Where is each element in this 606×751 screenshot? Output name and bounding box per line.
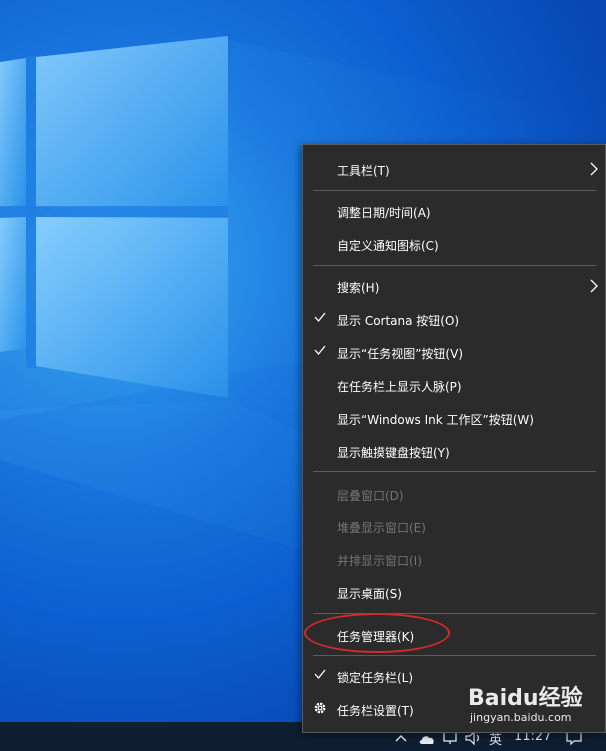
menu-item-label: 显示“任务视图”按钮(V) <box>337 347 464 361</box>
menu-item-toolbars[interactable]: 工具栏(T) <box>303 153 605 185</box>
gear-icon <box>314 702 326 714</box>
menu-item-stack-windows: 堆叠显示窗口(E) <box>303 510 605 542</box>
menu-item-label: 显示桌面(S) <box>337 587 402 601</box>
chevron-right-icon <box>590 162 598 176</box>
checkmark-icon <box>314 345 326 356</box>
menu-item-label: 工具栏(T) <box>337 164 390 178</box>
notification-icon[interactable] <box>566 731 582 745</box>
menu-item-label: 锁定任务栏(L) <box>337 671 414 685</box>
menu-item-show-touch-keyboard[interactable]: 显示触摸键盘按钮(Y) <box>303 435 605 467</box>
checkmark-icon <box>314 312 326 323</box>
menu-item-show-cortana[interactable]: 显示 Cortana 按钮(O) <box>303 303 605 335</box>
menu-item-label: 调整日期/时间(A) <box>337 206 431 220</box>
menu-separator <box>313 655 596 656</box>
menu-item-show-windows-ink[interactable]: 显示“Windows Ink 工作区”按钮(W) <box>303 402 605 434</box>
baidu-watermark: Baidu经验 <box>468 686 583 711</box>
menu-item-show-task-view[interactable]: 显示“任务视图”按钮(V) <box>303 336 605 368</box>
menu-item-label: 并排显示窗口(I) <box>337 554 422 568</box>
menu-item-customize-notification-icons[interactable]: 自定义通知图标(C) <box>303 228 605 260</box>
checkmark-icon <box>314 669 326 680</box>
menu-item-label: 搜索(H) <box>337 281 380 295</box>
highlight-annotation-ellipse <box>304 613 450 653</box>
menu-separator <box>313 265 596 266</box>
menu-item-side-by-side-windows: 并排显示窗口(I) <box>303 543 605 575</box>
menu-item-label: 在任务栏上显示人脉(P) <box>337 380 462 394</box>
menu-item-show-desktop[interactable]: 显示桌面(S) <box>303 576 605 608</box>
baidu-watermark-url: jingyan.baidu.com <box>470 711 572 724</box>
chevron-right-icon <box>590 279 598 293</box>
menu-separator <box>313 471 596 472</box>
menu-item-label: 任务栏设置(T) <box>337 704 414 718</box>
menu-item-adjust-date-time[interactable]: 调整日期/时间(A) <box>303 195 605 227</box>
menu-item-show-people[interactable]: 在任务栏上显示人脉(P) <box>303 369 605 401</box>
network-icon[interactable] <box>442 731 458 745</box>
menu-separator <box>313 190 596 191</box>
menu-item-label: 显示 Cortana 按钮(O) <box>337 314 460 328</box>
onedrive-icon[interactable] <box>418 733 436 745</box>
menu-item-cascade-windows: 层叠窗口(D) <box>303 478 605 510</box>
menu-item-label: 显示“Windows Ink 工作区”按钮(W) <box>337 413 534 427</box>
menu-item-label: 堆叠显示窗口(E) <box>337 521 426 535</box>
chevron-up-icon[interactable] <box>395 733 407 743</box>
menu-item-label: 层叠窗口(D) <box>337 489 404 503</box>
volume-icon[interactable] <box>465 731 483 745</box>
menu-item-label: 自定义通知图标(C) <box>337 239 439 253</box>
menu-item-label: 显示触摸键盘按钮(Y) <box>337 446 450 460</box>
menu-item-search[interactable]: 搜索(H) <box>303 270 605 302</box>
